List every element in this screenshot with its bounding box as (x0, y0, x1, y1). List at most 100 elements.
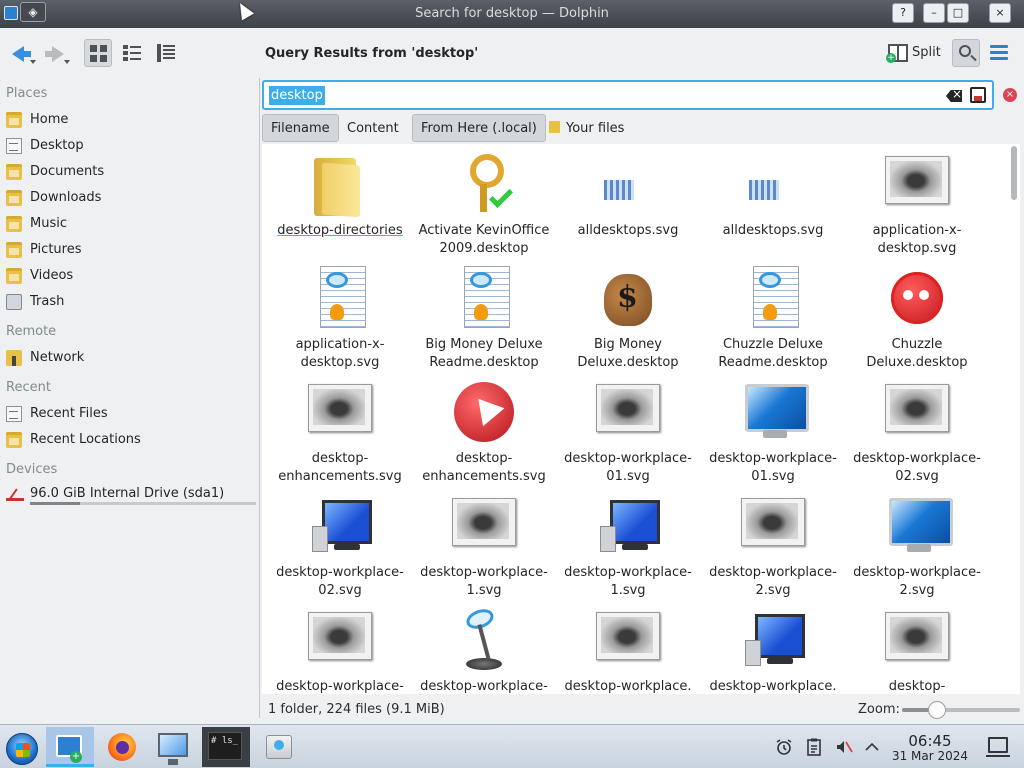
monitor2-file-icon (741, 608, 805, 672)
result-item[interactable]: desktop-workplace-1.svg (562, 494, 694, 600)
sidebar-item-recent-files[interactable]: Recent Files (6, 403, 256, 425)
recent-section-header: Recent (6, 380, 51, 395)
clock[interactable]: 06:45 31 Mar 2024 (890, 733, 970, 763)
clipboard-icon[interactable] (804, 737, 824, 757)
main-menu-button[interactable] (988, 43, 1010, 63)
result-item[interactable]: desktop-enhancements.svg (274, 380, 406, 486)
filter-filename[interactable]: Filename (262, 114, 339, 142)
expand-tray-icon[interactable] (862, 737, 882, 757)
result-item[interactable]: application-x-desktop.svg (274, 266, 406, 372)
sidebar-item-pictures[interactable]: Pictures (6, 239, 256, 261)
result-item-label: Big Money Deluxe Readme.desktop (425, 337, 543, 370)
result-item[interactable]: Activate KevinOffice 2009.desktop (418, 152, 550, 258)
scrollbar-thumb[interactable] (1011, 146, 1017, 200)
result-item[interactable]: application-x-desktop.svg (851, 152, 983, 258)
taskbar-terminal[interactable]: # ls_ (202, 727, 250, 767)
filter-your-files[interactable]: Your files (540, 114, 633, 142)
result-item[interactable]: desktop-workplace. (562, 608, 694, 694)
downloads-folder-icon (6, 190, 22, 206)
result-item[interactable]: desktop-workplace- (418, 608, 550, 694)
compact-view-button[interactable] (118, 39, 146, 67)
sidebar-item-recent-locations[interactable]: Recent Locations (6, 429, 256, 451)
search-field[interactable]: desktop (262, 80, 994, 110)
results-view[interactable]: desktop-directories Activate KevinOffice … (262, 144, 1008, 694)
home-folder-icon (549, 121, 560, 133)
clear-search-icon[interactable] (946, 90, 962, 102)
result-item[interactable]: Big Money Deluxe.desktop (562, 266, 694, 372)
readme-file-icon (308, 266, 372, 330)
result-item[interactable]: Chuzzle Deluxe.desktop (851, 266, 983, 372)
places-panel: Places Home Desktop Documents Downloads … (0, 78, 260, 718)
zoom-slider-handle[interactable] (928, 701, 947, 719)
result-item[interactable]: desktop-workplace-1.svg (418, 494, 550, 600)
readme-file-icon (741, 266, 805, 330)
result-item[interactable]: alldesktops.svg (707, 152, 839, 240)
volume-muted-icon[interactable] (834, 737, 854, 757)
result-item[interactable]: desktop-workplace- (274, 608, 406, 694)
result-item[interactable]: desktop-workplace-02.svg (851, 380, 983, 486)
start-menu-icon (6, 733, 38, 765)
split-label: Split (912, 45, 941, 60)
compact-view-icon (123, 44, 141, 62)
bars-file-icon (741, 152, 805, 216)
taskbar-firefox[interactable] (100, 727, 144, 767)
title-bar[interactable]: ◈ Search for desktop — Dolphin ? – □ × (0, 0, 1024, 28)
result-item[interactable]: desktop-workplace-01.svg (562, 380, 694, 486)
search-button[interactable] (952, 39, 980, 67)
taskbar-dolphin[interactable] (46, 727, 94, 767)
sidebar-item-videos[interactable]: Videos (6, 265, 256, 287)
clock-date: 31 Mar 2024 (891, 749, 969, 763)
back-history-chevron-icon[interactable] (30, 60, 36, 64)
sidebar-item-home[interactable]: Home (6, 109, 256, 131)
sidebar-item-trash[interactable]: Trash (6, 291, 256, 313)
minimize-button[interactable]: – (923, 3, 945, 23)
result-item[interactable]: Big Money Deluxe Readme.desktop (418, 266, 550, 372)
sidebar-item-label: Downloads (30, 190, 102, 205)
results-scrollbar[interactable] (1008, 144, 1020, 694)
result-item[interactable]: alldesktops.svg (562, 152, 694, 240)
sidebar-item-label: Network (30, 350, 85, 365)
result-item-label: desktop-workplace. (709, 679, 837, 694)
sidebar-item-label: Recent Locations (30, 432, 141, 447)
save-search-icon[interactable] (970, 87, 986, 103)
sidebar-item-label: Documents (30, 164, 105, 179)
filter-from-here[interactable]: From Here (.local) (412, 114, 546, 142)
close-search-icon[interactable]: × (1003, 88, 1017, 102)
result-item-label: desktop- (888, 679, 946, 694)
maximize-button[interactable]: □ (947, 3, 969, 23)
filter-content[interactable]: Content (338, 114, 408, 142)
result-item[interactable]: desktop-workplace-2.svg (707, 494, 839, 600)
result-item[interactable]: desktop-workplace-02.svg (274, 494, 406, 600)
result-item-label: desktop-workplace. (564, 679, 692, 694)
taskbar-package-manager[interactable] (256, 727, 300, 767)
result-item[interactable]: desktop-directories (274, 152, 406, 240)
sidebar-item-desktop[interactable]: Desktop (6, 135, 256, 157)
result-item[interactable]: Chuzzle Deluxe Readme.desktop (707, 266, 839, 372)
start-menu-button[interactable] (0, 727, 44, 767)
result-item[interactable]: desktop-workplace-01.svg (707, 380, 839, 486)
show-desktop-icon[interactable] (986, 737, 1010, 757)
search-input[interactable] (268, 85, 938, 105)
help-button[interactable]: ? (892, 3, 914, 23)
sidebar-item-music[interactable]: Music (6, 213, 256, 235)
sidebar-item-downloads[interactable]: Downloads (6, 187, 256, 209)
money-file-icon (596, 266, 660, 330)
taskbar-system-settings[interactable] (150, 727, 194, 767)
result-item[interactable]: desktop-workplace-2.svg (851, 494, 983, 600)
close-button[interactable]: × (989, 3, 1011, 23)
details-view-button[interactable] (152, 39, 180, 67)
result-item[interactable]: desktop- (851, 608, 983, 694)
sidebar-item-documents[interactable]: Documents (6, 161, 256, 183)
icons-view-button[interactable] (84, 39, 112, 67)
sidebar-item-network[interactable]: Network (6, 347, 256, 369)
alarm-icon[interactable] (774, 737, 794, 757)
split-button[interactable]: + Split (886, 40, 945, 66)
filter-your-files-label: Your files (566, 121, 625, 136)
zoom-slider[interactable] (902, 701, 1020, 719)
result-item[interactable]: desktop-enhancements.svg (418, 380, 550, 486)
result-item[interactable]: desktop-workplace. (707, 608, 839, 694)
forward-history-chevron-icon[interactable] (64, 60, 70, 64)
monitor-file-icon (885, 494, 953, 558)
sidebar-item-label: Recent Files (30, 406, 108, 421)
sidebar-item-label: Home (30, 112, 69, 127)
